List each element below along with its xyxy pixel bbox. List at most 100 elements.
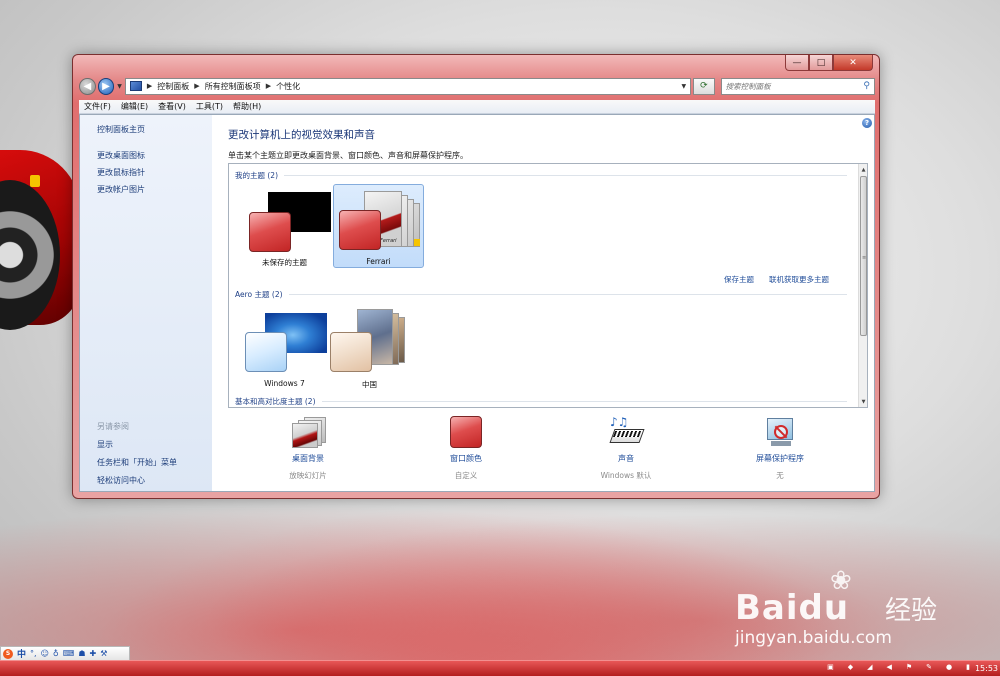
keyboard-icon[interactable]: ⌨: [63, 649, 75, 658]
system-tray: ▣ ◆ ◢ ◀ ⚑ ✎ ● ▮: [827, 663, 970, 671]
main-content: ? 更改计算机上的视觉效果和声音 单击某个主题立即更改桌面背景、窗口颜色、声音和…: [212, 115, 874, 491]
window-color-label[interactable]: 窗口颜色: [406, 453, 526, 464]
divider: [321, 401, 847, 402]
window-color-setting[interactable]: 窗口颜色 自定义: [406, 415, 526, 481]
desktop-background-setting[interactable]: 桌面背景 放映幻灯片: [248, 415, 368, 481]
theme-name: 未保存的主题: [262, 258, 307, 267]
skin-icon[interactable]: ✚: [89, 649, 96, 658]
tray-shield-icon[interactable]: ◆: [848, 663, 853, 671]
personalization-window: — □ ✕ ◀ ▶ ▼ ▶ 控制面板 ▶ 所有控制面板项 ▶ 个性化 ▼ ⟳ ⚲…: [72, 54, 880, 499]
maximize-button[interactable]: □: [809, 55, 833, 71]
client-area: 控制面板主页 更改桌面图标 更改鼠标指针 更改帐户图片 另请参阅 显示 任务栏和…: [79, 114, 875, 492]
watermark-cn: 经验: [885, 596, 938, 626]
address-dropdown[interactable]: ▼: [681, 83, 686, 90]
window-color-value: 自定义: [454, 471, 478, 480]
window-color-swatch: [339, 210, 381, 250]
group-header-basic-themes: 基本和高对比度主题 (2): [235, 396, 847, 407]
refresh-icon: ⟳: [700, 81, 708, 91]
sidebar-item-change-desktop-icons[interactable]: 更改桌面图标: [97, 150, 212, 161]
clock[interactable]: 15:53: [975, 664, 998, 673]
forward-button[interactable]: ▶: [97, 77, 115, 95]
breadcrumb-personalization[interactable]: 个性化: [276, 81, 300, 92]
sidebar-item-change-mouse-pointers[interactable]: 更改鼠标指针: [97, 167, 212, 178]
chevron-right-icon[interactable]: ▶: [147, 82, 152, 90]
tray-flag-icon[interactable]: ⚑: [906, 663, 912, 671]
sounds-setting[interactable]: ♪♫ 声音 Windows 默认: [566, 415, 686, 481]
menu-view[interactable]: 查看(V): [158, 101, 186, 112]
breadcrumb-all-items[interactable]: 所有控制面板项: [205, 81, 261, 92]
screen-saver-label[interactable]: 屏幕保护程序: [720, 453, 840, 464]
theme-windows-7[interactable]: Windows 7: [239, 304, 330, 388]
window-color-swatch: [249, 212, 291, 252]
scroll-up-arrow[interactable]: ▲: [859, 165, 867, 174]
back-button[interactable]: ◀: [79, 77, 96, 95]
sidebar: 控制面板主页 更改桌面图标 更改鼠标指针 更改帐户图片 另请参阅 显示 任务栏和…: [80, 115, 212, 491]
theme-name: Windows 7: [264, 379, 305, 388]
address-bar[interactable]: ▶ 控制面板 ▶ 所有控制面板项 ▶ 个性化 ▼: [124, 77, 692, 95]
theme-name: 中国: [362, 380, 377, 389]
theme-china[interactable]: 中国: [324, 304, 415, 389]
divider: [288, 294, 847, 295]
divider: [284, 175, 847, 176]
watermark-url: jingyan.baidu.com: [735, 628, 892, 648]
tray-network-icon[interactable]: ◢: [867, 663, 872, 671]
menu-help[interactable]: 帮助(H): [233, 101, 261, 112]
sidebar-item-control-panel-home[interactable]: 控制面板主页: [97, 124, 212, 135]
ime-mode-indicator[interactable]: 中: [17, 647, 26, 660]
sounds-icon: ♪♫: [608, 415, 645, 449]
emoji-icon[interactable]: ☺: [41, 649, 49, 658]
search-input[interactable]: [725, 81, 864, 91]
screen-saver-setting[interactable]: 屏幕保护程序 无: [720, 415, 840, 481]
sounds-value: Windows 默认: [600, 471, 652, 480]
breadcrumb-control-panel[interactable]: 控制面板: [157, 81, 189, 92]
sidebar-item-taskbar-start-menu[interactable]: 任务栏和「开始」菜单: [97, 457, 177, 468]
minimize-button[interactable]: —: [785, 55, 809, 71]
recent-pages-dropdown[interactable]: ▼: [117, 83, 122, 90]
tray-update-icon[interactable]: ●: [946, 663, 952, 671]
save-theme-link[interactable]: 保存主题: [724, 274, 754, 285]
ime-toolbar: S 中 °, ☺ ♁ ⌨ ☗ ✚ ⚒: [0, 646, 130, 661]
sogou-logo-icon[interactable]: S: [3, 648, 13, 659]
scroll-grip-icon: ≡: [862, 255, 867, 261]
group-header-my-themes: 我的主题 (2): [235, 170, 847, 181]
arrow-left-icon: ◀: [83, 80, 92, 92]
sidebar-item-ease-of-access[interactable]: 轻松访问中心: [97, 475, 177, 486]
menu-bar: 文件(F) 编辑(E) 查看(V) 工具(T) 帮助(H): [79, 100, 875, 114]
control-panel-icon: [129, 81, 142, 91]
desktop-background-label[interactable]: 桌面背景: [248, 453, 368, 464]
theme-list-scrollbar[interactable]: ▲ ≡ ▼: [858, 164, 867, 407]
help-icon[interactable]: ?: [862, 118, 872, 128]
menu-tools[interactable]: 工具(T): [196, 101, 223, 112]
tray-ime-icon[interactable]: ✎: [926, 663, 932, 671]
search-icon[interactable]: ⚲: [863, 81, 870, 91]
theme-settings-row: 桌面背景 放映幻灯片 窗口颜色 自定义 ♪♫ 声音 Windows 默认 屏幕保…: [228, 415, 868, 485]
sidebar-item-display[interactable]: 显示: [97, 439, 177, 450]
group-header-aero-themes: Aero 主题 (2): [235, 289, 847, 300]
user-icon[interactable]: ☗: [78, 649, 85, 658]
scroll-thumb[interactable]: ≡: [860, 176, 867, 336]
chevron-right-icon[interactable]: ▶: [194, 82, 199, 90]
chevron-right-icon[interactable]: ▶: [266, 82, 271, 90]
theme-unsaved[interactable]: 未保存的主题: [239, 184, 331, 268]
watermark-brand: Baidu: [735, 588, 850, 628]
tray-battery-icon[interactable]: ▮: [966, 663, 970, 671]
arrow-right-icon: ▶: [102, 80, 110, 92]
punctuation-icon[interactable]: °,: [30, 649, 37, 658]
wallpaper-car-logo: [30, 175, 40, 187]
ferrari-brand-text: Ferrari: [380, 238, 397, 244]
refresh-button[interactable]: ⟳: [693, 77, 715, 95]
caption-buttons: — □ ✕: [785, 55, 873, 71]
wrench-icon[interactable]: ⚒: [100, 649, 107, 658]
menu-edit[interactable]: 编辑(E): [121, 101, 148, 112]
window-color-icon: [448, 415, 484, 449]
theme-ferrari[interactable]: Ferrari Ferrari: [333, 184, 424, 268]
close-button[interactable]: ✕: [833, 55, 873, 71]
menu-file[interactable]: 文件(F): [84, 101, 111, 112]
sidebar-item-change-account-picture[interactable]: 更改帐户图片: [97, 184, 212, 195]
sounds-label[interactable]: 声音: [566, 453, 686, 464]
scroll-down-arrow[interactable]: ▼: [859, 397, 867, 406]
tray-app-icon[interactable]: ▣: [827, 663, 834, 671]
get-more-themes-link[interactable]: 联机获取更多主题: [769, 274, 829, 285]
tray-volume-icon[interactable]: ◀: [886, 663, 891, 671]
microphone-icon[interactable]: ♁: [53, 649, 59, 658]
